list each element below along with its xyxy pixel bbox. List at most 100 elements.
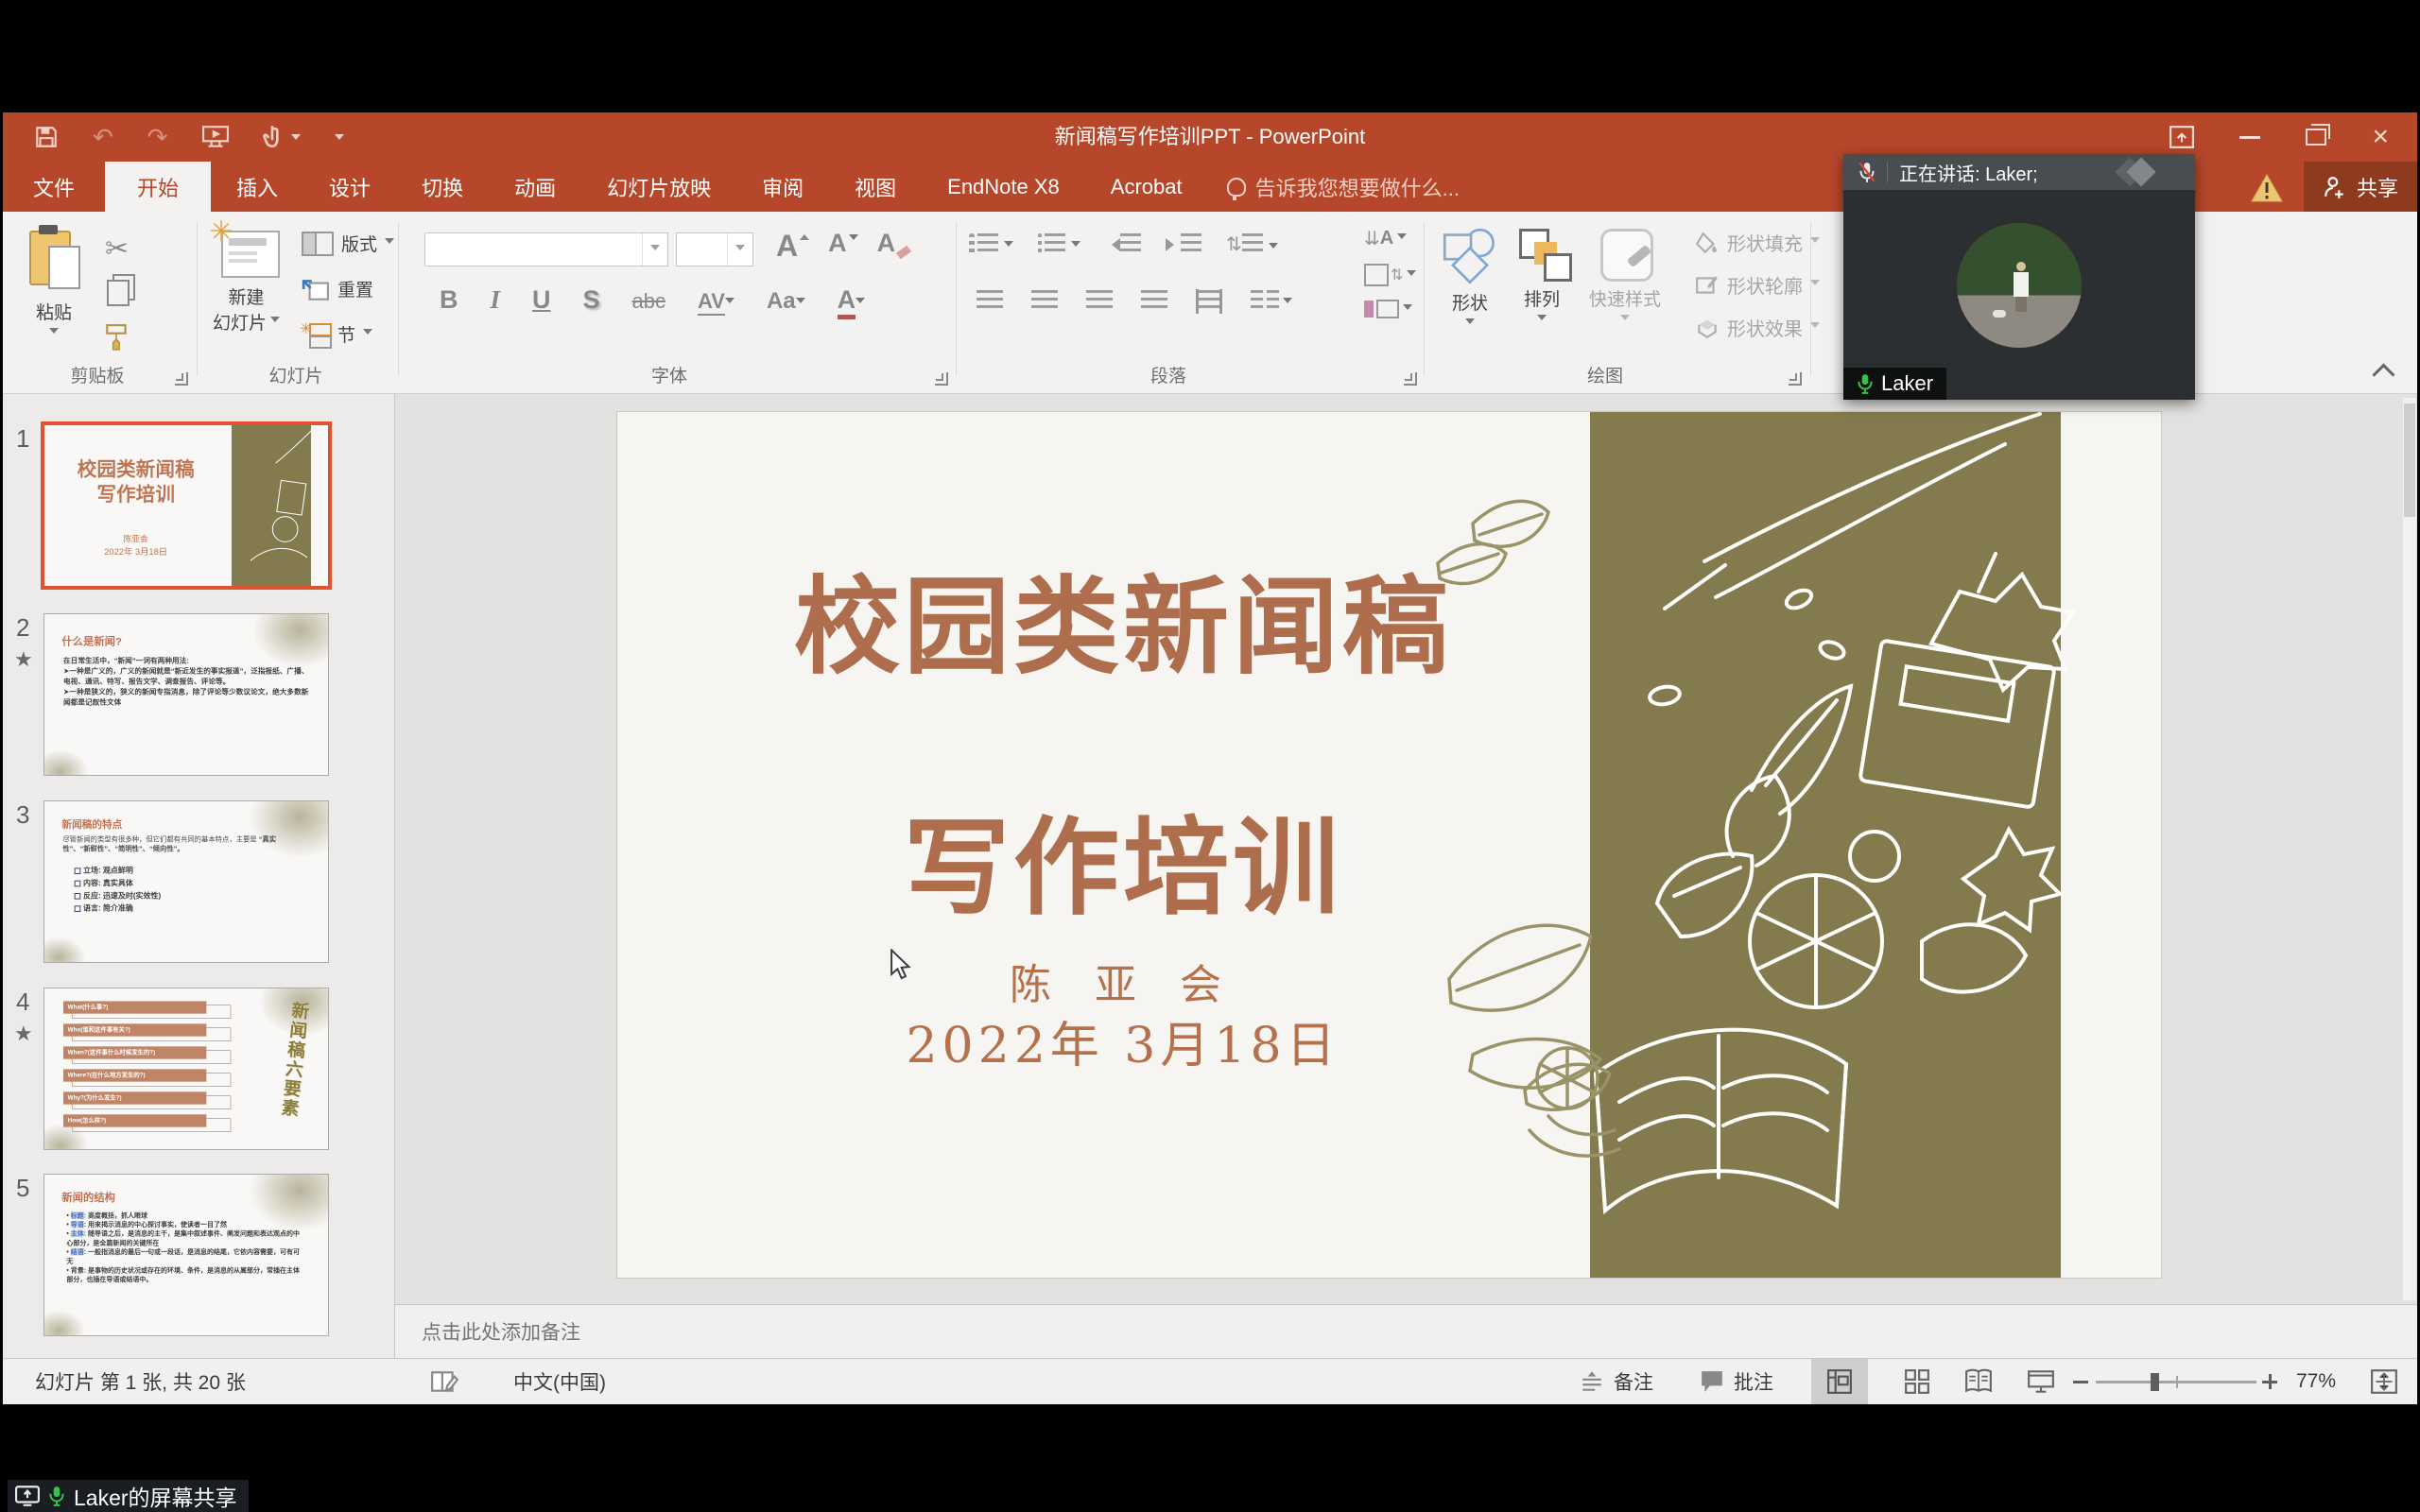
columns-button[interactable] bbox=[1251, 290, 1292, 313]
section-button[interactable]: ✳ 节 bbox=[302, 321, 372, 347]
slideshow-view-button[interactable] bbox=[2013, 1359, 2069, 1404]
language-status[interactable]: 中文(中国) bbox=[513, 1359, 606, 1404]
increase-indent-button[interactable] bbox=[1166, 233, 1201, 256]
slide-sorter-view-button[interactable] bbox=[1889, 1359, 1945, 1404]
bullets-button[interactable] bbox=[969, 233, 1013, 256]
zoom-slider-thumb[interactable] bbox=[2151, 1373, 2159, 1391]
format-painter-icon[interactable] bbox=[103, 323, 131, 352]
zoom-slider[interactable] bbox=[2096, 1359, 2256, 1404]
new-slide-button[interactable]: ✳ 新建 幻灯片 bbox=[213, 225, 280, 335]
grow-font-button[interactable]: A bbox=[776, 229, 798, 264]
thumbnail-slide-2[interactable]: 什么是新闻? 在日常生活中，“新闻”一词有两种用法: ➤一种是广义的，广义的新闻… bbox=[43, 613, 329, 776]
align-center-button[interactable] bbox=[1031, 290, 1058, 313]
line-spacing-button[interactable]: ⇅ bbox=[1226, 232, 1278, 256]
share-button[interactable]: 共享 bbox=[2304, 162, 2417, 212]
slide-title-line1: 校园类新闻稿 bbox=[655, 558, 1591, 696]
italic-button[interactable]: I bbox=[491, 285, 501, 315]
tab-acrobat[interactable]: Acrobat bbox=[1085, 162, 1208, 212]
minimize-button[interactable] bbox=[2239, 136, 2260, 139]
collapse-ribbon-icon[interactable] bbox=[2372, 363, 2394, 386]
thumbnail-slide-4[interactable]: What(什么事?) Who(谁和这件事有关?) When?(这件事什么时候发生… bbox=[43, 988, 329, 1150]
fit-to-window-button[interactable] bbox=[2370, 1359, 2398, 1404]
shape-outline-button[interactable]: 形状轮廓 bbox=[1695, 271, 1820, 299]
zoom-out-button[interactable] bbox=[2073, 1359, 2088, 1404]
justify-button[interactable] bbox=[1141, 290, 1167, 313]
slide-date[interactable]: 2022年 3月18日 bbox=[655, 1005, 1591, 1076]
convert-smartart-button[interactable] bbox=[1364, 300, 1416, 318]
thumbnail-slide-5[interactable]: 新闻的结构 • 标题: 高度概括，抓人眼球 • 导语: 用来揭示消息的中心探讨事… bbox=[43, 1174, 329, 1336]
text-direction-button[interactable]: ⇊A bbox=[1364, 227, 1416, 250]
copy-icon[interactable] bbox=[107, 280, 130, 306]
tab-endnote[interactable]: EndNote X8 bbox=[922, 162, 1085, 212]
align-left-button[interactable] bbox=[977, 290, 1003, 313]
normal-view-button[interactable] bbox=[1811, 1359, 1868, 1404]
slide-scrollbar[interactable] bbox=[2403, 398, 2416, 1300]
layout-button[interactable]: 版式 bbox=[302, 231, 394, 256]
touch-mode-control[interactable] bbox=[263, 125, 301, 149]
clipboard-dialog-launcher[interactable] bbox=[175, 372, 188, 386]
tab-file[interactable]: 文件 bbox=[3, 162, 105, 212]
shrink-font-button[interactable]: A bbox=[828, 229, 847, 258]
font-name-combobox[interactable] bbox=[424, 232, 668, 266]
font-color-button[interactable]: A bbox=[838, 285, 866, 319]
tab-transitions[interactable]: 切换 bbox=[396, 162, 489, 212]
start-slideshow-icon[interactable] bbox=[202, 125, 229, 149]
scrollbar-thumb[interactable] bbox=[2404, 404, 2415, 517]
reading-view-button[interactable] bbox=[1950, 1359, 2007, 1404]
notes-pane[interactable]: 点击此处添加备注 bbox=[395, 1304, 2417, 1358]
decrease-indent-button[interactable] bbox=[1105, 233, 1141, 256]
proofing-icon[interactable] bbox=[430, 1359, 458, 1404]
cut-icon[interactable]: ✂ bbox=[105, 232, 129, 266]
numbering-button[interactable] bbox=[1038, 233, 1080, 256]
slide-canvas[interactable]: 校园类新闻稿 写作培训 陈 亚 会 2022年 3月18日 bbox=[617, 412, 2161, 1278]
tab-home[interactable]: 开始 bbox=[105, 162, 211, 212]
slide-author[interactable]: 陈 亚 会 bbox=[655, 951, 1591, 1011]
paragraph-dialog-launcher[interactable] bbox=[1404, 372, 1417, 386]
ribbon-display-options-icon[interactable] bbox=[2169, 126, 2194, 148]
tell-me-box[interactable]: 告诉我您想要做什么... bbox=[1208, 162, 1478, 212]
tab-design[interactable]: 设计 bbox=[303, 162, 396, 212]
close-button[interactable]: × bbox=[2372, 123, 2389, 151]
restore-button[interactable] bbox=[2306, 129, 2326, 146]
comments-toggle[interactable]: 批注 bbox=[1700, 1359, 1773, 1404]
participant-video[interactable]: Laker bbox=[1843, 190, 2195, 400]
reset-button[interactable]: 重置 bbox=[302, 276, 373, 301]
zoom-in-button[interactable] bbox=[2262, 1359, 2277, 1404]
save-icon[interactable] bbox=[34, 125, 59, 149]
shapes-button[interactable]: 形状 bbox=[1442, 227, 1498, 329]
align-right-button[interactable] bbox=[1086, 290, 1113, 313]
drawing-dialog-launcher[interactable] bbox=[1789, 372, 1802, 386]
thumbnail-slide-1[interactable]: 校园类新闻稿 写作培训 陈亚会 2022年 3月18日 bbox=[41, 421, 332, 590]
bold-button[interactable]: B bbox=[440, 285, 458, 315]
strikethrough-button[interactable]: abc bbox=[632, 289, 666, 314]
paste-button[interactable]: 粘贴 bbox=[27, 225, 80, 338]
slide-title[interactable]: 校园类新闻稿 写作培训 bbox=[655, 558, 1591, 936]
underline-button[interactable]: U bbox=[532, 285, 551, 315]
distribute-button[interactable] bbox=[1196, 289, 1222, 314]
undo-icon[interactable]: ↶ bbox=[93, 125, 113, 149]
arrange-button[interactable]: 排列 bbox=[1515, 227, 1568, 325]
shape-fill-button[interactable]: 形状填充 bbox=[1695, 229, 1820, 256]
font-dialog-launcher[interactable] bbox=[935, 372, 948, 386]
tab-review[interactable]: 审阅 bbox=[736, 162, 829, 212]
notes-toggle[interactable]: 备注 bbox=[1580, 1359, 1653, 1404]
quick-styles-button[interactable]: 快速样式 bbox=[1589, 227, 1661, 325]
character-spacing-button[interactable]: AV bbox=[698, 289, 735, 316]
zoom-level[interactable]: 77% bbox=[2296, 1359, 2336, 1404]
change-case-button[interactable]: Aa bbox=[767, 288, 805, 315]
screen-share-badge[interactable]: Laker的屏幕共享 bbox=[8, 1480, 249, 1512]
customize-qat-icon[interactable] bbox=[335, 134, 344, 145]
clear-formatting-button[interactable]: A bbox=[877, 229, 896, 258]
redo-icon[interactable]: ↷ bbox=[147, 125, 168, 149]
tab-animations[interactable]: 动画 bbox=[489, 162, 581, 212]
tab-insert[interactable]: 插入 bbox=[211, 162, 303, 212]
align-text-button[interactable]: ⇅ bbox=[1364, 264, 1416, 286]
font-size-combobox[interactable] bbox=[676, 232, 753, 266]
shape-effects-button[interactable]: 形状效果 bbox=[1695, 314, 1820, 341]
warning-icon[interactable] bbox=[2251, 173, 2283, 203]
thumbnail-slide-3[interactable]: 新闻稿的特点 尽管新闻的类型有很多种，但它们都有共同的基本特点，主要是 “真实性… bbox=[43, 800, 329, 963]
tab-view[interactable]: 视图 bbox=[829, 162, 922, 212]
meeting-overlay[interactable]: 正在讲话: Laker; Laker bbox=[1843, 154, 2195, 400]
text-shadow-button[interactable]: S bbox=[583, 285, 600, 315]
tab-slideshow[interactable]: 幻灯片放映 bbox=[581, 162, 736, 212]
